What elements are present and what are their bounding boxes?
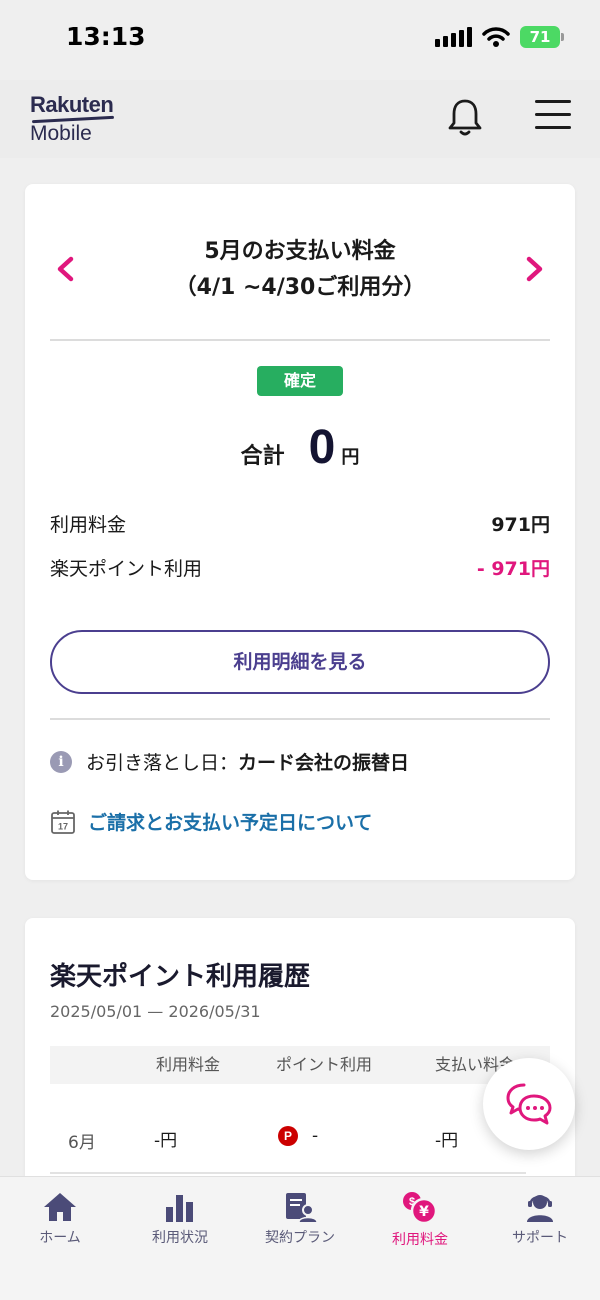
total-unit: 円 — [341, 447, 360, 468]
billing-title-month: 5月のお支払い料金 — [204, 239, 396, 264]
column-header-points: ポイント利用 — [276, 1055, 373, 1074]
notification-bell-icon[interactable] — [447, 97, 483, 137]
billing-period-title: 5月のお支払い料金 （4/1 ~4/30ご利用分） — [105, 234, 495, 306]
row-fee: -円 — [154, 1131, 178, 1151]
withdrawal-label: お引き落とし日： — [86, 752, 239, 774]
history-date-range: 2025/05/01 — 2026/05/31 — [50, 1002, 261, 1021]
nav-item-plan[interactable]: 契約プラン — [240, 1191, 360, 1247]
support-headset-icon — [527, 1195, 553, 1222]
table-row[interactable]: 6月 -円 P- -円 — [50, 1108, 526, 1174]
app-header: Rakuten Mobile — [0, 80, 600, 158]
logo-bottom: Mobile — [30, 122, 92, 145]
nav-label: ホーム — [39, 1230, 81, 1246]
contract-icon — [286, 1193, 318, 1223]
total-row: 合計 0 円 — [25, 420, 575, 475]
view-details-button[interactable]: 利用明細を見る — [50, 630, 550, 694]
info-icon: i — [50, 750, 72, 773]
bar-chart-icon — [166, 1195, 193, 1222]
wifi-icon — [482, 27, 510, 47]
battery-icon: 71 — [520, 26, 564, 48]
nav-item-usage[interactable]: 利用状況 — [120, 1191, 240, 1247]
chevron-left-icon[interactable] — [51, 254, 81, 284]
history-title: 楽天ポイント利用履歴 — [50, 962, 311, 992]
bottom-navigation: ホーム 利用状況 契約プラン $ ¥ 利用料金 サポート — [0, 1176, 600, 1300]
yen-coin-icon: $ ¥ — [403, 1192, 438, 1225]
rakuten-point-icon: P — [278, 1126, 298, 1146]
usage-fee-label: 利用料金 — [50, 514, 127, 536]
status-badge: 確定 — [257, 366, 343, 396]
logo-top: Rakuten — [30, 92, 114, 117]
divider — [50, 718, 550, 720]
history-table-header: 利用料金 ポイント利用 支払い料金 — [50, 1046, 550, 1084]
nav-label: 利用料金 — [392, 1232, 448, 1248]
payment-schedule-link[interactable]: 17 ご請求とお支払い予定日について — [50, 808, 372, 835]
battery-level: 71 — [529, 28, 551, 46]
withdrawal-value: カード会社の振替日 — [238, 752, 410, 774]
row-points-value: - — [312, 1126, 319, 1146]
chevron-right-icon[interactable] — [519, 254, 549, 284]
payment-schedule-link-text: ご請求とお支払い予定日について — [88, 812, 373, 834]
rakuten-mobile-logo[interactable]: Rakuten Mobile — [30, 92, 115, 145]
nav-label: サポート — [512, 1230, 568, 1246]
nav-item-home[interactable]: ホーム — [0, 1191, 120, 1247]
billing-card: 5月のお支払い料金 （4/1 ~4/30ご利用分） 確定 合計 0 円 利用料金… — [25, 184, 575, 880]
point-usage-value: - 971円 — [476, 558, 550, 580]
nav-label: 利用状況 — [152, 1230, 208, 1246]
nav-label: 契約プラン — [265, 1230, 335, 1246]
svg-text:17: 17 — [58, 821, 68, 831]
row-paid: -円 — [435, 1131, 459, 1151]
total-amount: 0 — [308, 421, 336, 474]
status-icons: 71 — [435, 26, 564, 48]
chat-bubbles-icon — [506, 1083, 552, 1125]
point-usage-row: 楽天ポイント利用 - 971円 — [50, 554, 550, 581]
withdrawal-date-row: i お引き落とし日： カード会社の振替日 — [50, 748, 409, 775]
nav-item-support[interactable]: サポート — [480, 1191, 600, 1247]
status-time: 13:13 — [66, 22, 146, 51]
svg-text:¥: ¥ — [419, 1204, 429, 1220]
cellular-signal-icon — [435, 27, 472, 47]
row-month: 6月 — [68, 1133, 96, 1153]
row-points: P- — [278, 1126, 318, 1146]
billing-title-range: （4/1 ~4/30ご利用分） — [174, 275, 426, 300]
divider — [50, 339, 550, 341]
home-icon — [44, 1193, 76, 1221]
total-label: 合計 — [240, 444, 285, 469]
point-usage-label: 楽天ポイント利用 — [50, 558, 203, 580]
usage-fee-value: 971円 — [491, 514, 550, 536]
nav-item-billing[interactable]: $ ¥ 利用料金 — [360, 1191, 480, 1249]
column-header-fee: 利用料金 — [156, 1055, 221, 1074]
hamburger-menu-icon[interactable] — [535, 100, 571, 130]
usage-fee-row: 利用料金 971円 — [50, 510, 550, 537]
chat-button[interactable] — [483, 1058, 575, 1150]
status-bar: 13:13 71 — [0, 0, 600, 80]
calendar-icon: 17 — [51, 810, 75, 834]
